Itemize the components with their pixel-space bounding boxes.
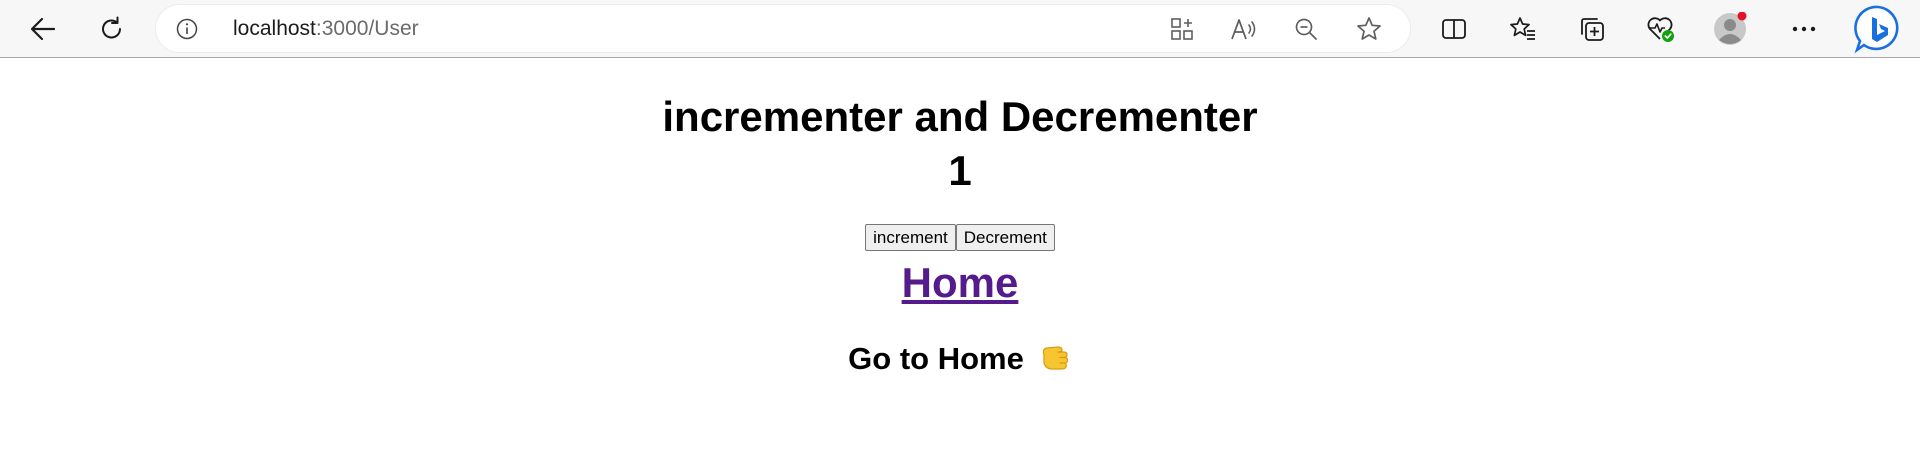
url-path: :3000/User: [315, 17, 419, 40]
browser-essentials-button[interactable]: [1641, 9, 1681, 49]
button-group: increment Decrement: [0, 224, 1920, 251]
bing-copilot-icon[interactable]: [1853, 4, 1903, 54]
url-host: localhost: [233, 17, 316, 40]
browser-toolbar: localhost:3000/User: [0, 0, 1920, 58]
back-arrow-icon: [30, 17, 56, 41]
split-screen-button[interactable]: [1434, 9, 1474, 49]
collections-button[interactable]: [1572, 9, 1612, 49]
more-icon: [1792, 26, 1816, 32]
refresh-icon: [102, 16, 121, 39]
star-icon: [1357, 17, 1381, 40]
page-title: incrementer and Decrementer: [662, 93, 1258, 140]
goto-home-label: Go to Home: [848, 341, 1024, 376]
page-content: incrementer and Decrementer 1 increment …: [0, 59, 1920, 463]
collections-icon: [1581, 18, 1604, 41]
split-screen-icon: [1442, 19, 1466, 39]
apps-button[interactable]: [1168, 15, 1196, 43]
pointing-hand-icon: [1042, 346, 1068, 370]
info-icon[interactable]: [176, 18, 198, 40]
url-text[interactable]: localhost:3000/User: [233, 17, 419, 41]
apps-icon: [1171, 18, 1193, 40]
profile-avatar[interactable]: [1713, 12, 1747, 46]
address-bar[interactable]: localhost:3000/User: [156, 5, 1410, 52]
goto-home-text: Go to Home: [0, 339, 1920, 378]
increment-button[interactable]: increment: [865, 224, 956, 251]
read-aloud-icon: [1231, 19, 1256, 40]
home-heading: Home: [0, 257, 1920, 309]
zoom-out-button[interactable]: [1292, 15, 1320, 43]
counter-value: 1: [948, 147, 972, 194]
add-favorite-button[interactable]: [1355, 15, 1383, 43]
more-button[interactable]: [1784, 9, 1824, 49]
read-aloud-button[interactable]: [1230, 15, 1258, 43]
zoom-out-icon: [1295, 18, 1317, 40]
home-link[interactable]: Home: [902, 259, 1019, 306]
refresh-button[interactable]: [92, 9, 132, 49]
decrement-button[interactable]: Decrement: [955, 224, 1055, 251]
back-button[interactable]: [23, 9, 63, 49]
favorites-button[interactable]: [1503, 9, 1543, 49]
browser-essentials-icon: [1647, 17, 1674, 42]
favorites-icon: [1510, 17, 1535, 40]
